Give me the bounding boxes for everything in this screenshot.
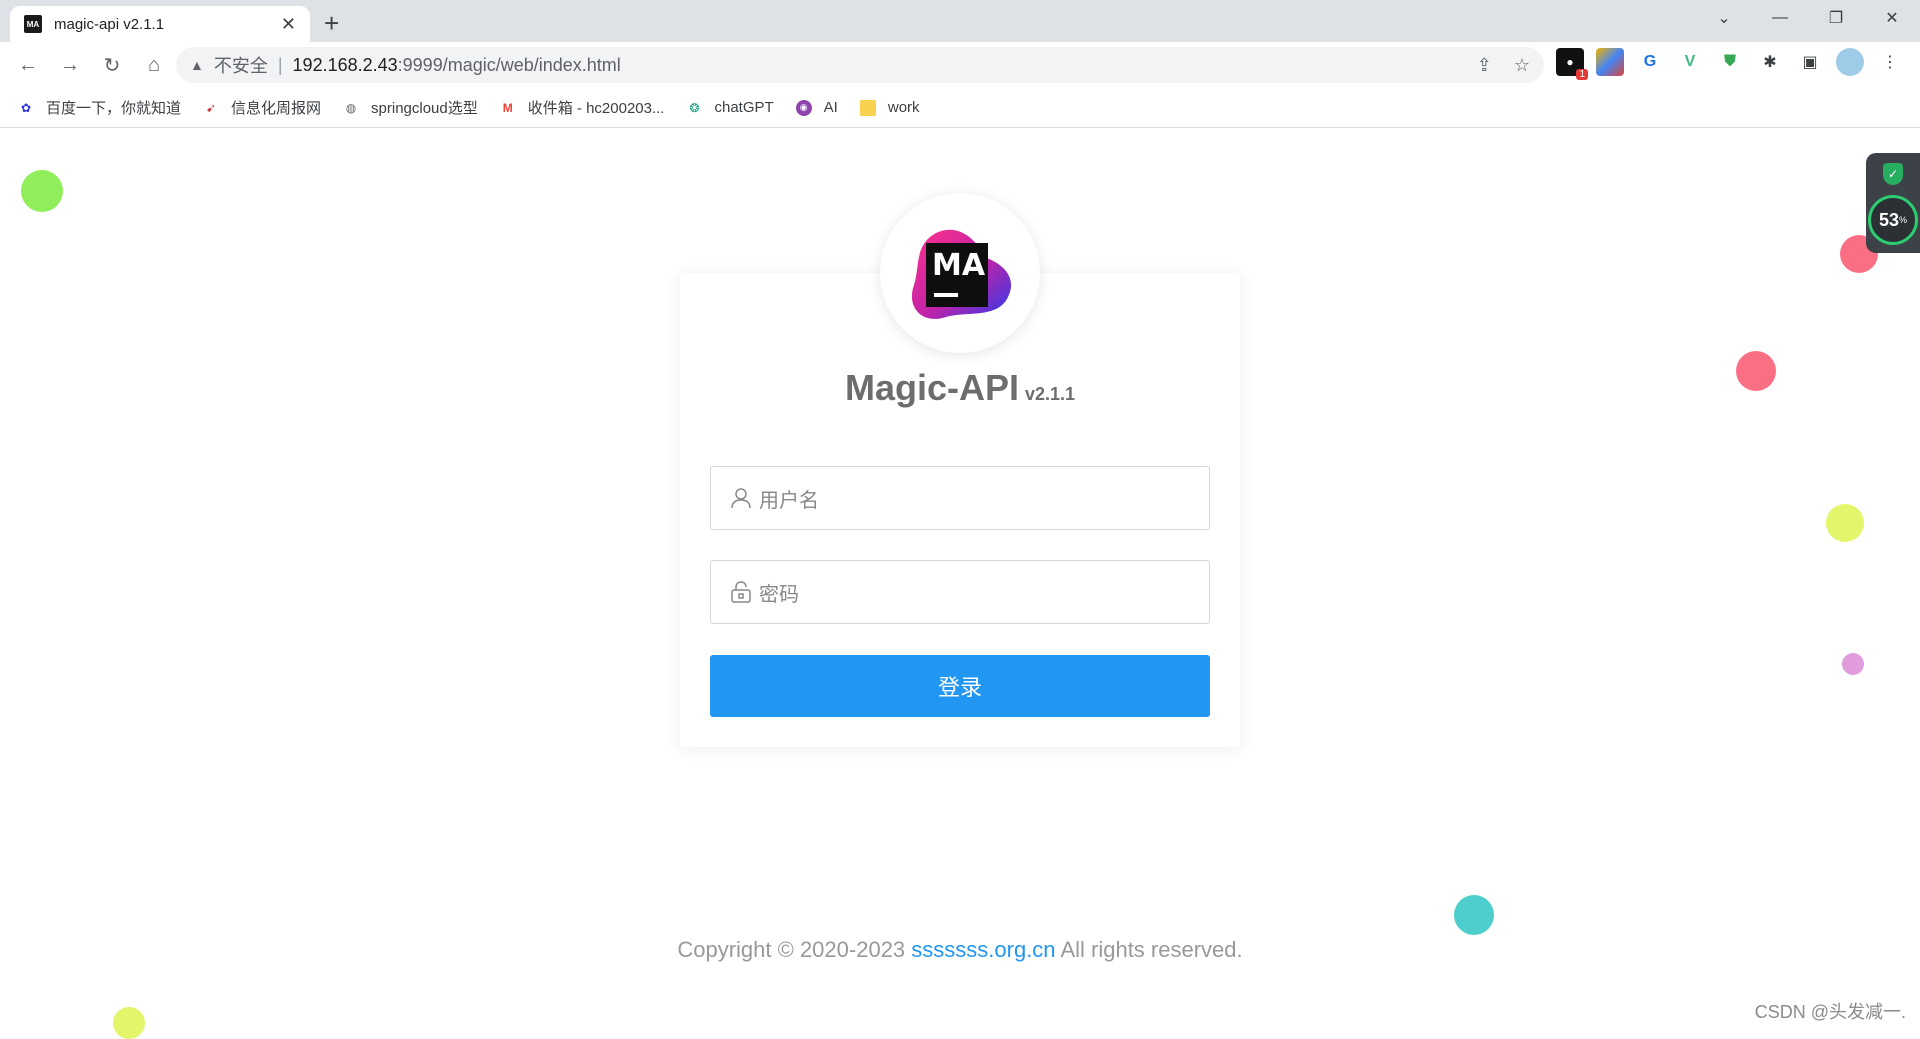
decorative-dot	[1454, 895, 1494, 935]
logo-text: MA	[932, 248, 986, 283]
colorful-extension-icon[interactable]	[1596, 48, 1624, 76]
performance-gauge: 53%	[1868, 195, 1918, 245]
home-button[interactable]: ⌂	[134, 45, 174, 85]
copyright-prefix: Copyright © 2020-2023	[677, 937, 912, 962]
bookmark-label: 信息化周报网	[231, 100, 322, 117]
bookmark-item[interactable]: M 收件箱 - hc200203...	[500, 97, 665, 118]
page-content: MA Magic-API v2.1.1 用户名 密码 登录 Copyright ©…	[0, 129, 1920, 1039]
url-host: 192.168.2.43	[292, 54, 398, 75]
close-window-button[interactable]: ✕	[1864, 0, 1920, 36]
bookmark-label: work	[887, 99, 920, 116]
lock-icon	[731, 581, 751, 603]
back-button[interactable]: ←	[8, 45, 48, 85]
user-icon	[731, 488, 751, 509]
copyright-suffix: All rights reserved.	[1055, 937, 1243, 962]
tab-search-button[interactable]: ⌄	[1696, 0, 1752, 36]
security-label[interactable]: 不安全	[214, 52, 268, 78]
translate-icon[interactable]: G	[1636, 48, 1664, 76]
warning-icon[interactable]: ▲	[190, 57, 204, 73]
restore-button[interactable]: ❐	[1808, 0, 1864, 36]
menu-icon[interactable]: ⋮	[1876, 48, 1904, 76]
decorative-dot	[1826, 504, 1864, 542]
bookmark-label: AI	[823, 99, 838, 116]
extension-badge-count: 1	[1576, 69, 1588, 80]
reload-button[interactable]: ↻	[92, 45, 132, 85]
app-version: v2.1.1	[1024, 384, 1076, 404]
copyright-footer: Copyright © 2020-2023 sssssss.org.cn All…	[0, 937, 1920, 963]
tab-strip: MA magic-api v2.1.1 ✕ + ⌄ — ❐ ✕	[0, 0, 1920, 42]
bookmark-label: chatGPT	[714, 99, 774, 116]
share-icon[interactable]: ⇪	[1477, 55, 1492, 76]
chat-bubble-icon: ◉	[795, 99, 812, 116]
extensions-puzzle-icon[interactable]: ✱	[1756, 48, 1784, 76]
logo-mark: MA	[926, 243, 988, 307]
url-path: :9999/magic/web/index.html	[397, 54, 621, 75]
bookmark-star-icon[interactable]: ☆	[1514, 55, 1530, 76]
tab-title: magic-api v2.1.1	[54, 15, 165, 33]
url-text[interactable]: 192.168.2.43:9999/magic/web/index.html	[293, 55, 1455, 76]
tab-close-icon[interactable]: ✕	[281, 14, 296, 35]
forward-button[interactable]: →	[50, 45, 90, 85]
profile-avatar[interactable]	[1836, 48, 1864, 76]
username-field[interactable]: 用户名	[710, 466, 1210, 530]
decorative-dot	[113, 1007, 145, 1039]
openai-icon: ❂	[689, 100, 700, 115]
tab-favicon-icon: MA	[24, 15, 42, 33]
app-name: Magic-API	[844, 367, 1019, 408]
app-logo: MA	[880, 193, 1040, 353]
browser-toolbar: ← → ↻ ⌂ ▲ 不安全 | 192.168.2.43:9999/magic/…	[0, 42, 1920, 88]
gauge-percent: 53	[1878, 209, 1899, 230]
bookmark-item[interactable]: ➹ 信息化周报网	[203, 97, 321, 118]
paw-icon: ✿	[20, 100, 32, 115]
bookmark-item[interactable]: ◉ AI	[795, 99, 838, 116]
new-tab-button[interactable]: +	[324, 8, 339, 39]
app-title: Magic-API v2.1.1	[680, 367, 1240, 409]
shoe-icon: ➹	[205, 100, 217, 115]
bookmark-label: 百度一下，你就知道	[46, 100, 182, 117]
decorative-dot	[1736, 351, 1776, 391]
globe-icon: ◍	[345, 100, 357, 115]
bookmark-item[interactable]: ◍ springcloud选型	[343, 97, 478, 118]
extensions-row: ● 1 G V ⛊ ✱ ▣ ⋮	[1556, 48, 1916, 80]
address-bar[interactable]: ▲ 不安全 | 192.168.2.43:9999/magic/web/inde…	[176, 47, 1544, 83]
shield-extension-icon[interactable]: ⛊	[1716, 48, 1744, 76]
watermark: CSDN @头发减一.	[1754, 1002, 1906, 1022]
copyright-link[interactable]: sssssss.org.cn	[911, 937, 1055, 962]
shield-check-icon: ✓	[1883, 163, 1903, 185]
logo-underline	[934, 293, 958, 297]
bookmarks-bar: ✿ 百度一下，你就知道 ➹ 信息化周报网 ◍ springcloud选型 M 收件箱 -…	[0, 88, 1920, 128]
extension-badge-icon[interactable]: ● 1	[1556, 48, 1588, 80]
username-placeholder: 用户名	[759, 489, 819, 512]
vue-devtools-icon[interactable]: V	[1676, 48, 1704, 76]
decorative-dot	[1842, 653, 1864, 675]
bookmark-label: springcloud选型	[371, 100, 478, 117]
gmail-icon: M	[502, 100, 513, 115]
password-field[interactable]: 密码	[710, 560, 1210, 624]
folder-icon	[859, 99, 876, 116]
side-panel-icon[interactable]: ▣	[1796, 48, 1824, 76]
login-button[interactable]: 登录	[710, 655, 1210, 717]
decorative-dot	[21, 170, 63, 212]
side-monitor-widget[interactable]: ✓ 53%	[1866, 153, 1920, 253]
window-controls: ⌄ — ❐ ✕	[1696, 0, 1920, 36]
bookmark-item[interactable]: work	[859, 99, 920, 116]
browser-tab[interactable]: MA magic-api v2.1.1 ✕	[10, 6, 310, 42]
bookmark-item[interactable]: ❂ chatGPT	[686, 99, 773, 116]
gauge-unit: %	[1899, 215, 1908, 225]
bookmark-item[interactable]: ✿ 百度一下，你就知道	[18, 97, 181, 118]
bookmark-label: 收件箱 - hc200203...	[527, 100, 665, 117]
minimize-button[interactable]: —	[1752, 0, 1808, 36]
password-placeholder: 密码	[759, 583, 799, 606]
separator: |	[277, 54, 283, 75]
